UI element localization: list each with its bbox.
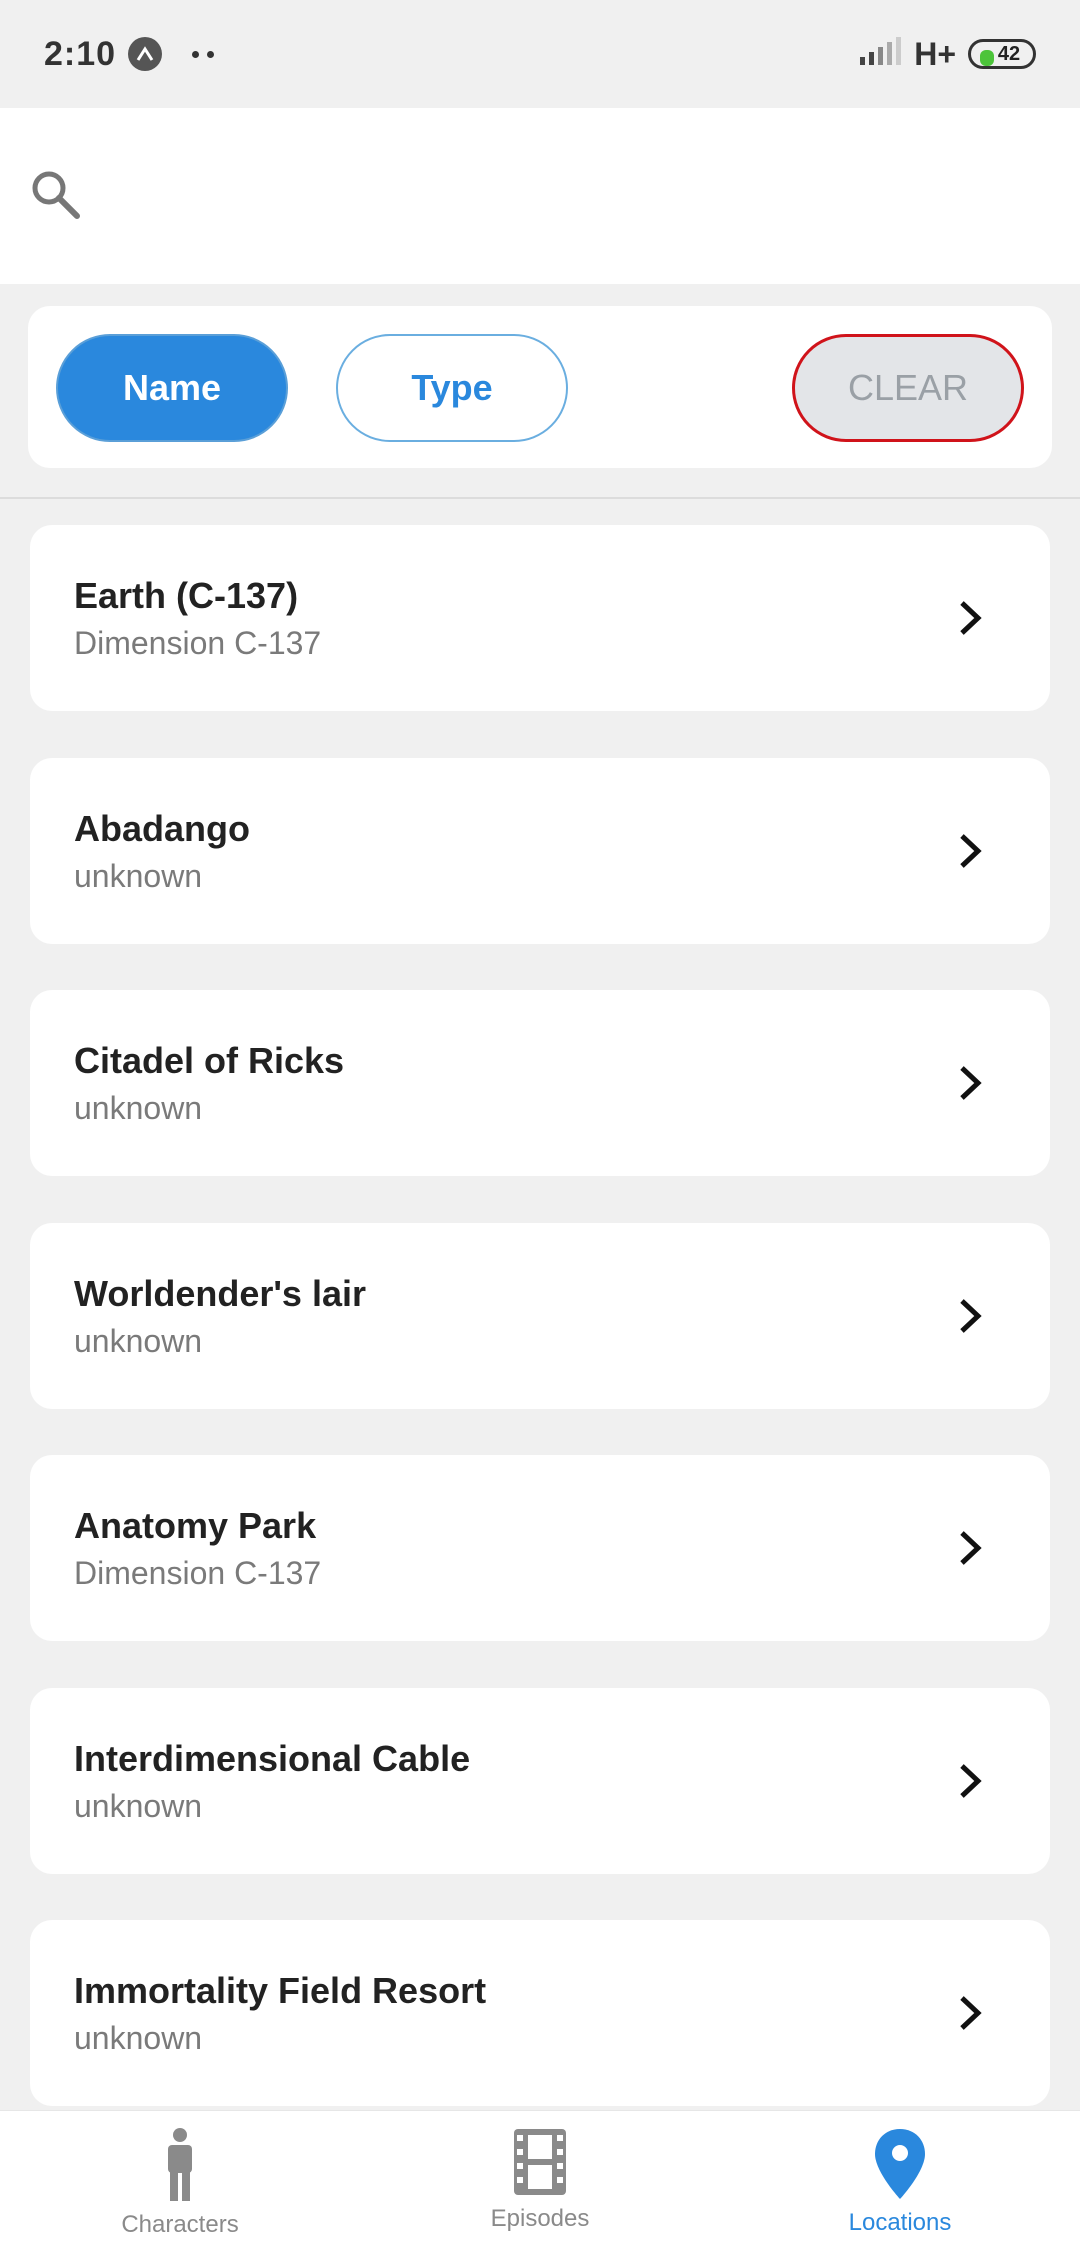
chevron-right-icon bbox=[960, 1299, 982, 1333]
location-dimension: unknown bbox=[74, 1323, 203, 1359]
list-item[interactable]: Worldender's lair unknown bbox=[30, 1223, 1050, 1409]
location-dimension: Dimension C-137 bbox=[74, 1555, 322, 1591]
filter-card: Name Type CLEAR bbox=[28, 306, 1052, 468]
status-time: 2:10 bbox=[44, 34, 117, 73]
location-dimension: unknown bbox=[74, 1788, 203, 1824]
tab-locations[interactable]: Locations bbox=[720, 2111, 1080, 2246]
location-dimension: unknown bbox=[74, 2020, 203, 2056]
location-pin-icon bbox=[875, 2129, 925, 2199]
search-bar bbox=[0, 108, 1080, 284]
location-dimension: unknown bbox=[74, 1090, 203, 1126]
location-dimension: Dimension C-137 bbox=[74, 625, 322, 661]
chevron-right-icon bbox=[960, 1066, 982, 1100]
list-item[interactable]: Immortality Field Resort unknown bbox=[30, 1920, 1050, 2106]
list-item[interactable]: Interdimensional Cable unknown bbox=[30, 1688, 1050, 1874]
battery-level: 42 bbox=[997, 42, 1021, 65]
location-name: Earth (C-137) bbox=[74, 575, 299, 616]
chevron-right-icon bbox=[960, 1764, 982, 1798]
search-input[interactable] bbox=[106, 176, 1080, 216]
status-bar: 2:10 H+ 42 bbox=[0, 0, 1080, 108]
location-name: Anatomy Park bbox=[74, 1505, 317, 1546]
filter-name-button[interactable]: Name bbox=[56, 334, 288, 442]
list-item[interactable]: Abadango unknown bbox=[30, 758, 1050, 944]
network-type: H+ bbox=[914, 35, 956, 72]
location-name: Abadango bbox=[74, 808, 250, 849]
notification-dots-icon bbox=[192, 50, 215, 58]
location-name: Immortality Field Resort bbox=[74, 1970, 487, 2011]
tab-label: Characters bbox=[121, 2211, 239, 2238]
clear-button[interactable]: CLEAR bbox=[792, 334, 1024, 442]
tab-characters[interactable]: Characters bbox=[0, 2111, 360, 2246]
signal-icon bbox=[858, 36, 902, 72]
person-icon bbox=[168, 2128, 192, 2201]
chevron-right-icon bbox=[960, 1996, 982, 2030]
tab-episodes[interactable]: Episodes bbox=[360, 2111, 720, 2246]
chevron-right-icon bbox=[960, 1531, 982, 1565]
location-dimension: unknown bbox=[74, 858, 203, 894]
film-icon bbox=[514, 2129, 566, 2195]
divider bbox=[0, 497, 1080, 499]
chevron-right-icon bbox=[960, 834, 982, 868]
filter-type-button[interactable]: Type bbox=[336, 334, 568, 442]
chevron-right-icon bbox=[960, 601, 982, 635]
list-item[interactable]: Anatomy Park Dimension C-137 bbox=[30, 1455, 1050, 1641]
bottom-nav: Characters Episodes Locations bbox=[0, 2110, 1080, 2246]
location-name: Interdimensional Cable bbox=[74, 1738, 471, 1779]
tab-label: Episodes bbox=[490, 2205, 590, 2232]
battery-icon: 42 bbox=[968, 39, 1036, 69]
location-name: Worldender's lair bbox=[74, 1273, 366, 1314]
list-item[interactable]: Earth (C-137) Dimension C-137 bbox=[30, 525, 1050, 711]
app-notification-icon bbox=[128, 37, 163, 71]
tab-label: Locations bbox=[848, 2209, 952, 2236]
list-item[interactable]: Citadel of Ricks unknown bbox=[30, 990, 1050, 1176]
search-icon[interactable] bbox=[28, 167, 82, 226]
location-name: Citadel of Ricks bbox=[74, 1040, 345, 1081]
